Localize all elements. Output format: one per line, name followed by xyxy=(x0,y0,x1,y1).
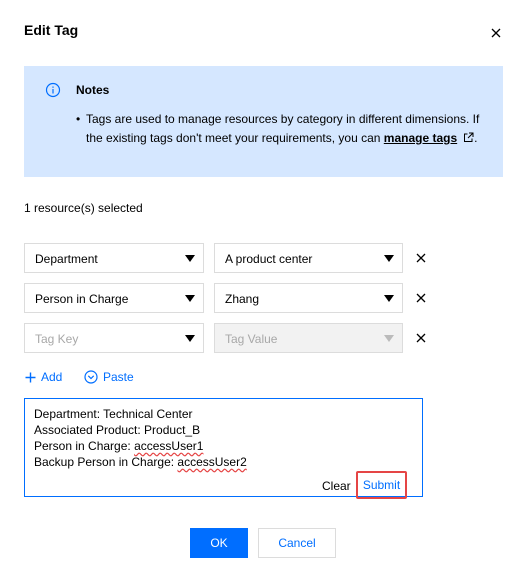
add-label: Add xyxy=(41,370,63,384)
delete-row-icon[interactable] xyxy=(412,329,430,347)
paste-line-prefix: Person in Charge: xyxy=(34,439,135,453)
tag-value-value: Zhang xyxy=(225,292,260,306)
notes-suffix: . xyxy=(474,131,478,145)
tag-key-select-3[interactable]: Tag Key xyxy=(24,323,204,353)
tag-key-select-1[interactable]: Department xyxy=(24,243,204,273)
tag-key-select-2[interactable]: Person in Charge xyxy=(24,283,204,313)
tag-value-value: A product center xyxy=(225,252,313,266)
caret-down-icon xyxy=(384,255,394,262)
tag-key-placeholder: Tag Key xyxy=(35,332,79,346)
paste-line: Backup Person in Charge: accessUser2 xyxy=(34,454,247,470)
tag-value-select-1[interactable]: A product center xyxy=(214,243,403,273)
caret-down-icon xyxy=(185,295,195,302)
submit-button[interactable]: Submit xyxy=(356,471,407,499)
add-tag-button[interactable]: Add xyxy=(25,370,62,384)
tag-key-value: Department xyxy=(35,252,98,266)
delete-row-icon[interactable] xyxy=(412,249,430,267)
spellcheck-flagged-word: accessUser2 xyxy=(177,455,247,469)
notes-banner: Notes • Tags are used to manage resource… xyxy=(24,66,503,177)
paste-button[interactable]: Paste xyxy=(84,370,134,384)
dialog-title: Edit Tag xyxy=(24,22,79,38)
close-icon xyxy=(491,28,501,38)
external-link-icon[interactable] xyxy=(463,132,474,143)
paste-line: Person in Charge: accessUser1 xyxy=(34,438,247,454)
ok-button[interactable]: OK xyxy=(190,528,248,558)
tag-value-placeholder: Tag Value xyxy=(225,332,278,346)
paste-textarea[interactable]: Department: Technical Center Associated P… xyxy=(24,398,423,499)
bullet: • xyxy=(76,112,81,126)
info-icon xyxy=(45,82,61,98)
selected-count: 1 resource(s) selected xyxy=(24,201,143,215)
paste-line-prefix: Backup Person in Charge: xyxy=(34,455,178,469)
notes-title: Notes xyxy=(76,83,110,97)
caret-down-icon xyxy=(384,335,394,342)
paste-line: Associated Product: Product_B xyxy=(34,423,201,437)
caret-down-icon xyxy=(185,335,195,342)
manage-tags-link[interactable]: manage tags xyxy=(384,131,457,145)
tag-key-value: Person in Charge xyxy=(35,292,129,306)
caret-down-icon xyxy=(185,255,195,262)
plus-icon xyxy=(25,372,36,382)
notes-body: Tags are used to manage resources by cat… xyxy=(86,110,486,148)
chevron-down-circle-icon xyxy=(84,370,98,384)
paste-text: Department: Technical Center Associated P… xyxy=(34,406,247,470)
caret-down-icon xyxy=(384,295,394,302)
paste-line: Department: Technical Center xyxy=(34,407,193,421)
tag-value-select-2[interactable]: Zhang xyxy=(214,283,403,313)
tag-value-select-3: Tag Value xyxy=(214,323,403,353)
spellcheck-flagged-word: accessUser1 xyxy=(134,439,204,453)
cancel-button[interactable]: Cancel xyxy=(258,528,336,558)
delete-row-icon[interactable] xyxy=(412,289,430,307)
paste-label: Paste xyxy=(103,370,134,384)
edit-tag-dialog: Edit Tag Notes • Tags are used to manage… xyxy=(0,0,527,580)
close-button[interactable] xyxy=(485,22,507,44)
clear-button[interactable]: Clear xyxy=(322,479,351,493)
